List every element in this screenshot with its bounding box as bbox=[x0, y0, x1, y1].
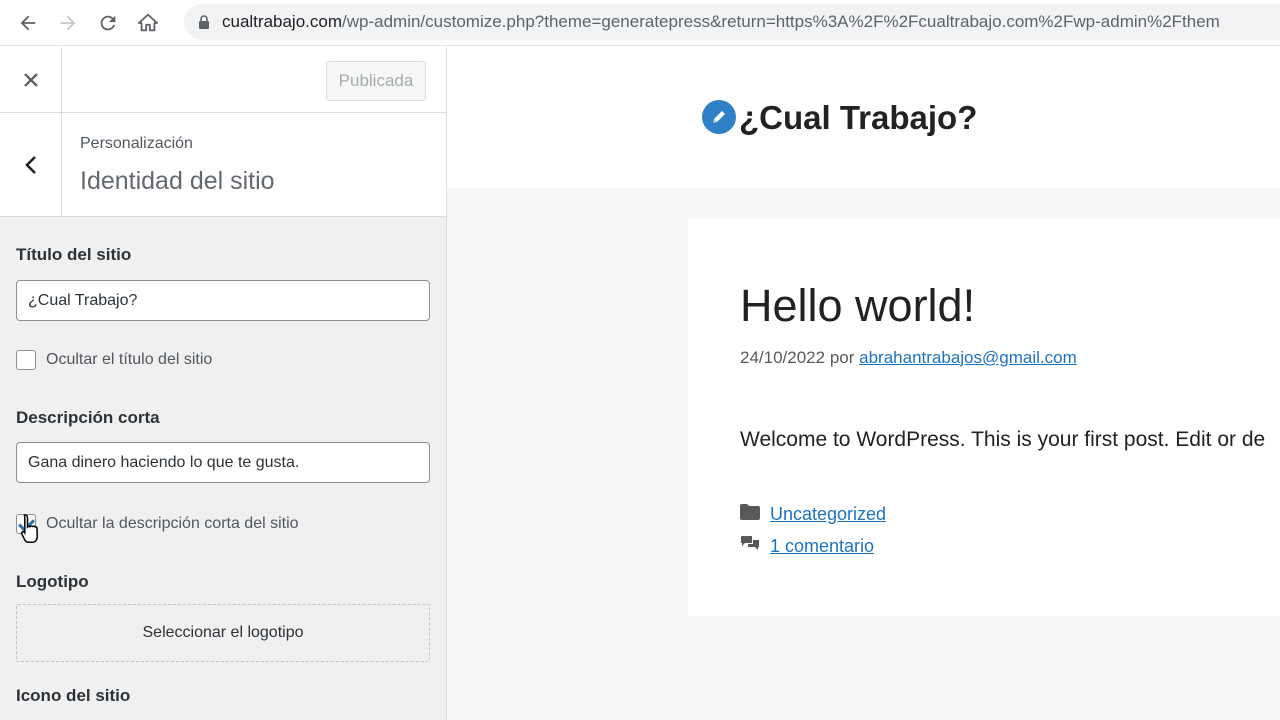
pencil-icon[interactable] bbox=[702, 100, 736, 134]
logo-label: Logotipo bbox=[16, 572, 89, 591]
comments-row: 1 comentario bbox=[740, 535, 874, 558]
post-author-link[interactable]: abrahantrabajos@gmail.com bbox=[859, 348, 1077, 367]
post-date: 24/10/2022 bbox=[740, 348, 826, 367]
address-bar[interactable]: cualtrabajo.com/wp-admin/customize.php?t… bbox=[184, 4, 1280, 40]
home-icon[interactable] bbox=[128, 3, 168, 43]
browser-toolbar: cualtrabajo.com/wp-admin/customize.php?t… bbox=[0, 0, 1280, 46]
breadcrumb: Personalización bbox=[80, 135, 193, 152]
hand-cursor-icon bbox=[20, 513, 42, 560]
forward-arrow-icon[interactable] bbox=[48, 3, 88, 43]
site-icon-label: Icono del sitio bbox=[16, 686, 131, 705]
comments-icon bbox=[740, 535, 760, 558]
tagline-label: Descripción corta bbox=[16, 408, 160, 427]
site-title-input[interactable]: ¿Cual Trabajo? bbox=[16, 280, 430, 321]
back-arrow-icon[interactable] bbox=[8, 3, 48, 43]
reload-icon[interactable] bbox=[88, 3, 128, 43]
hide-title-label: Ocultar el título del sitio bbox=[46, 351, 213, 368]
tagline-input[interactable]: Gana dinero haciendo lo que te gusta. bbox=[16, 442, 430, 483]
site-header: ¿Cual Trabajo? bbox=[447, 47, 1280, 188]
section-header: Personalización Identidad del sitio bbox=[0, 113, 446, 217]
hide-title-option[interactable]: Ocultar el título del sitio bbox=[16, 350, 212, 370]
category-link[interactable]: Uncategorized bbox=[770, 504, 886, 525]
post-meta: 24/10/2022 por abrahantrabajos@gmail.com bbox=[740, 348, 1077, 368]
category-row: Uncategorized bbox=[740, 504, 886, 525]
post-title[interactable]: Hello world! bbox=[740, 280, 975, 332]
publish-button[interactable]: Publicada bbox=[326, 61, 426, 101]
customizer-header: Publicada bbox=[0, 47, 446, 113]
folder-icon bbox=[740, 504, 760, 525]
comments-link[interactable]: 1 comentario bbox=[770, 536, 874, 557]
post-excerpt: Welcome to WordPress. This is your first… bbox=[740, 428, 1266, 451]
site-title[interactable]: ¿Cual Trabajo? bbox=[739, 99, 977, 137]
lock-icon[interactable] bbox=[198, 14, 210, 30]
hide-tagline-option[interactable]: Ocultar la descripción corta del sitio bbox=[16, 514, 299, 534]
post-card: Hello world! 24/10/2022 por abrahantraba… bbox=[688, 218, 1280, 616]
chevron-left-icon[interactable] bbox=[0, 113, 62, 216]
site-title-label: Título del sitio bbox=[16, 245, 132, 264]
close-icon[interactable] bbox=[0, 47, 62, 113]
post-by: por bbox=[829, 348, 855, 367]
hide-tagline-label: Ocultar la descripción corta del sitio bbox=[46, 515, 299, 532]
site-preview: ¿Cual Trabajo? Hello world! 24/10/2022 p… bbox=[447, 47, 1280, 720]
url-path: /wp-admin/customize.php?theme=generatepr… bbox=[342, 12, 1220, 31]
url-host: cualtrabajo.com bbox=[222, 12, 343, 31]
section-title: Identidad del sitio bbox=[80, 167, 275, 195]
select-logo-button[interactable]: Seleccionar el logotipo bbox=[16, 604, 430, 662]
hide-title-checkbox[interactable] bbox=[16, 350, 36, 370]
